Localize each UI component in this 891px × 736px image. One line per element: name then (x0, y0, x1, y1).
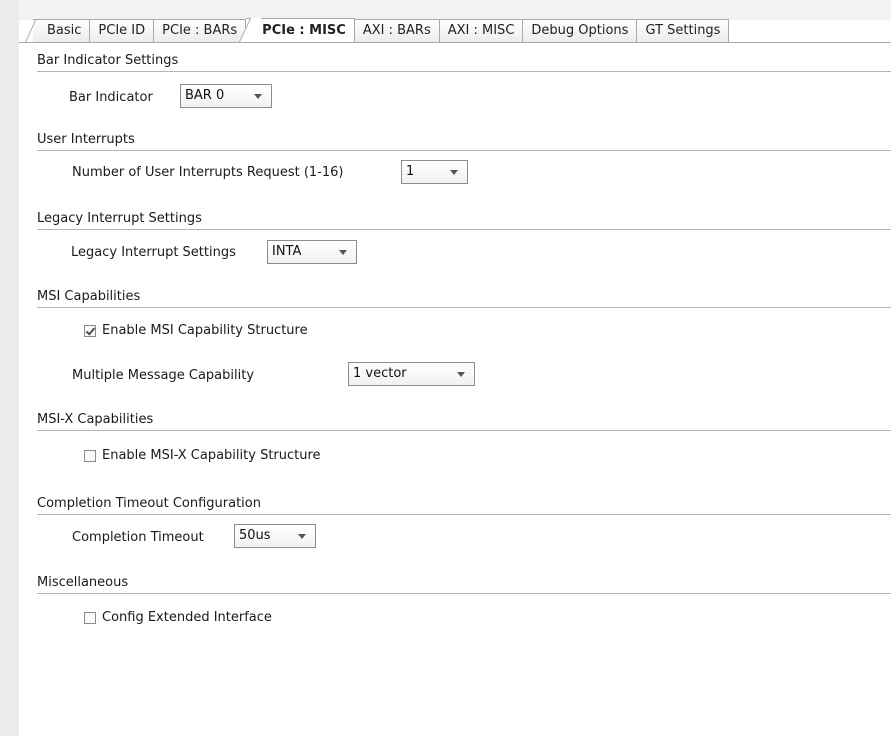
chevron-down-icon (298, 534, 306, 539)
tab-axi-misc[interactable]: AXI : MISC (439, 19, 524, 42)
tab-pcie-misc[interactable]: PCIe : MISC (246, 18, 355, 42)
tab-gt-settings[interactable]: GT Settings (637, 19, 730, 42)
user-interrupts-section-title: User Interrupts (37, 132, 135, 147)
tab-content-border (19, 42, 891, 43)
section-separator (37, 307, 891, 308)
completion-timeout-label: Completion Timeout (72, 530, 204, 545)
multiple-message-capability-label: Multiple Message Capability (72, 368, 255, 383)
multiple-message-capability-select[interactable]: 1 vector (348, 362, 475, 386)
legacy-interrupt-section-title: Legacy Interrupt Settings (37, 211, 202, 226)
section-separator (37, 514, 891, 515)
section-separator (37, 71, 891, 72)
chevron-down-icon (254, 94, 262, 99)
chevron-down-icon (339, 250, 347, 255)
bar-indicator-select[interactable]: BAR 0 (180, 84, 272, 108)
config-extended-interface-label[interactable]: Config Extended Interface (102, 610, 272, 625)
bar-indicator-value: BAR 0 (185, 88, 225, 103)
pcie-misc-panel: Basic PCIe ID PCIe : BARs PCIe : MISC AX… (19, 0, 891, 736)
tab-basic[interactable]: Basic (33, 19, 91, 42)
left-gutter (0, 0, 19, 736)
section-separator (37, 229, 891, 230)
enable-msi-checkbox[interactable] (84, 325, 96, 337)
legacy-interrupt-select[interactable]: INTA (267, 240, 357, 264)
user-interrupts-value: 1 (406, 164, 415, 179)
msi-section-title: MSI Capabilities (37, 289, 141, 304)
section-separator (37, 150, 891, 151)
chevron-down-icon (450, 170, 458, 175)
msix-section-title: MSI-X Capabilities (37, 412, 154, 427)
enable-msix-label[interactable]: Enable MSI-X Capability Structure (102, 448, 321, 463)
enable-msi-label[interactable]: Enable MSI Capability Structure (102, 323, 308, 338)
bar-indicator-section-title: Bar Indicator Settings (37, 53, 179, 68)
chevron-down-icon (457, 372, 465, 377)
legacy-interrupt-value: INTA (272, 244, 302, 259)
completion-timeout-section-title: Completion Timeout Configuration (37, 496, 261, 511)
tab-pcie-bars[interactable]: PCIe : BARs (154, 19, 247, 42)
completion-timeout-value: 50us (239, 528, 271, 543)
multiple-message-capability-value: 1 vector (353, 366, 407, 381)
config-extended-interface-checkbox[interactable] (84, 612, 96, 624)
bar-indicator-label: Bar Indicator (69, 90, 153, 105)
tab-debug-options[interactable]: Debug Options (523, 19, 638, 42)
user-interrupts-select[interactable]: 1 (401, 160, 468, 184)
completion-timeout-select[interactable]: 50us (234, 524, 316, 548)
legacy-interrupt-label: Legacy Interrupt Settings (71, 245, 236, 260)
tab-bar: Basic PCIe ID PCIe : BARs PCIe : MISC AX… (33, 18, 730, 42)
tab-pcie-id[interactable]: PCIe ID (90, 19, 155, 42)
section-separator (37, 430, 891, 431)
enable-msix-checkbox[interactable] (84, 450, 96, 462)
miscellaneous-section-title: Miscellaneous (37, 575, 129, 590)
section-separator (37, 593, 891, 594)
user-interrupts-label: Number of User Interrupts Request (1-16) (72, 165, 344, 180)
tab-axi-bars[interactable]: AXI : BARs (354, 19, 440, 42)
